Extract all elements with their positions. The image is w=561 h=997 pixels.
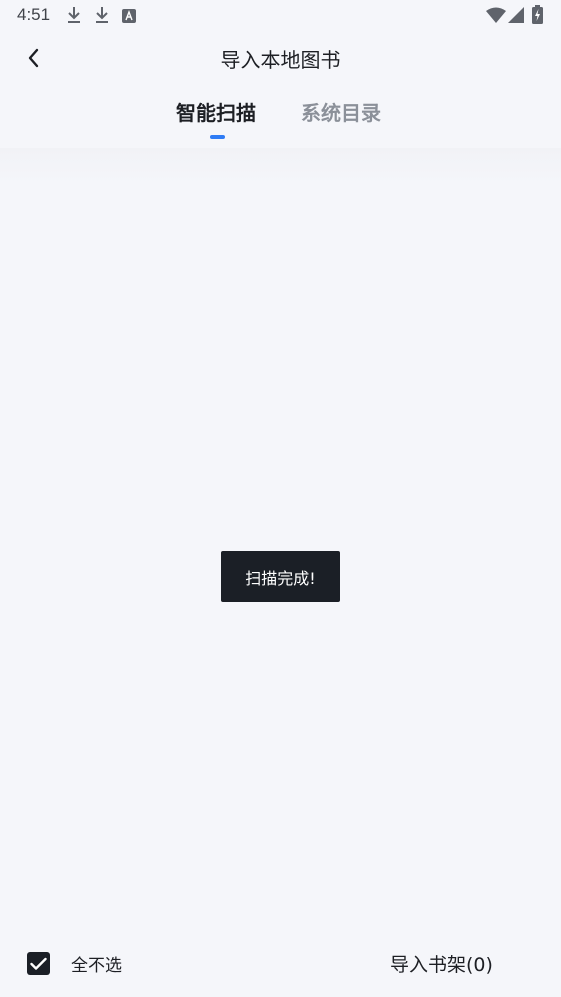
battery-charging-icon <box>532 5 543 28</box>
download-icon <box>94 6 110 28</box>
select-all-checkbox[interactable] <box>27 952 50 975</box>
font-a-icon <box>122 8 136 27</box>
wifi-icon <box>486 7 506 27</box>
screen: 4:51 导入本地图书 智能扫描 系统目录 扫描完成! 全不选 导入书架(0) <box>0 0 561 997</box>
active-tab-indicator <box>210 135 225 139</box>
page-title: 导入本地图书 <box>220 48 341 72</box>
select-all-label: 全不选 <box>71 956 122 976</box>
import-to-bookshelf-button[interactable]: 导入书架(0) <box>390 950 493 977</box>
toast-message: 扫描完成! <box>245 568 316 588</box>
status-time: 4:51 <box>17 5 51 24</box>
tab-smart-scan[interactable]: 智能扫描 <box>176 97 256 126</box>
app-header: 导入本地图书 <box>0 32 561 84</box>
bottom-bar: 全不选 导入书架(0) <box>0 930 561 997</box>
download-icon <box>66 6 82 28</box>
tab-system-directory[interactable]: 系统目录 <box>301 97 381 126</box>
select-all-toggle[interactable]: 全不选 <box>27 951 122 976</box>
tab-divider <box>0 148 561 184</box>
tab-bar: 智能扫描 系统目录 <box>0 88 561 148</box>
toast: 扫描完成! <box>221 551 340 602</box>
signal-icon <box>508 7 524 27</box>
status-bar: 4:51 <box>0 0 561 32</box>
checkmark-icon <box>30 957 47 970</box>
